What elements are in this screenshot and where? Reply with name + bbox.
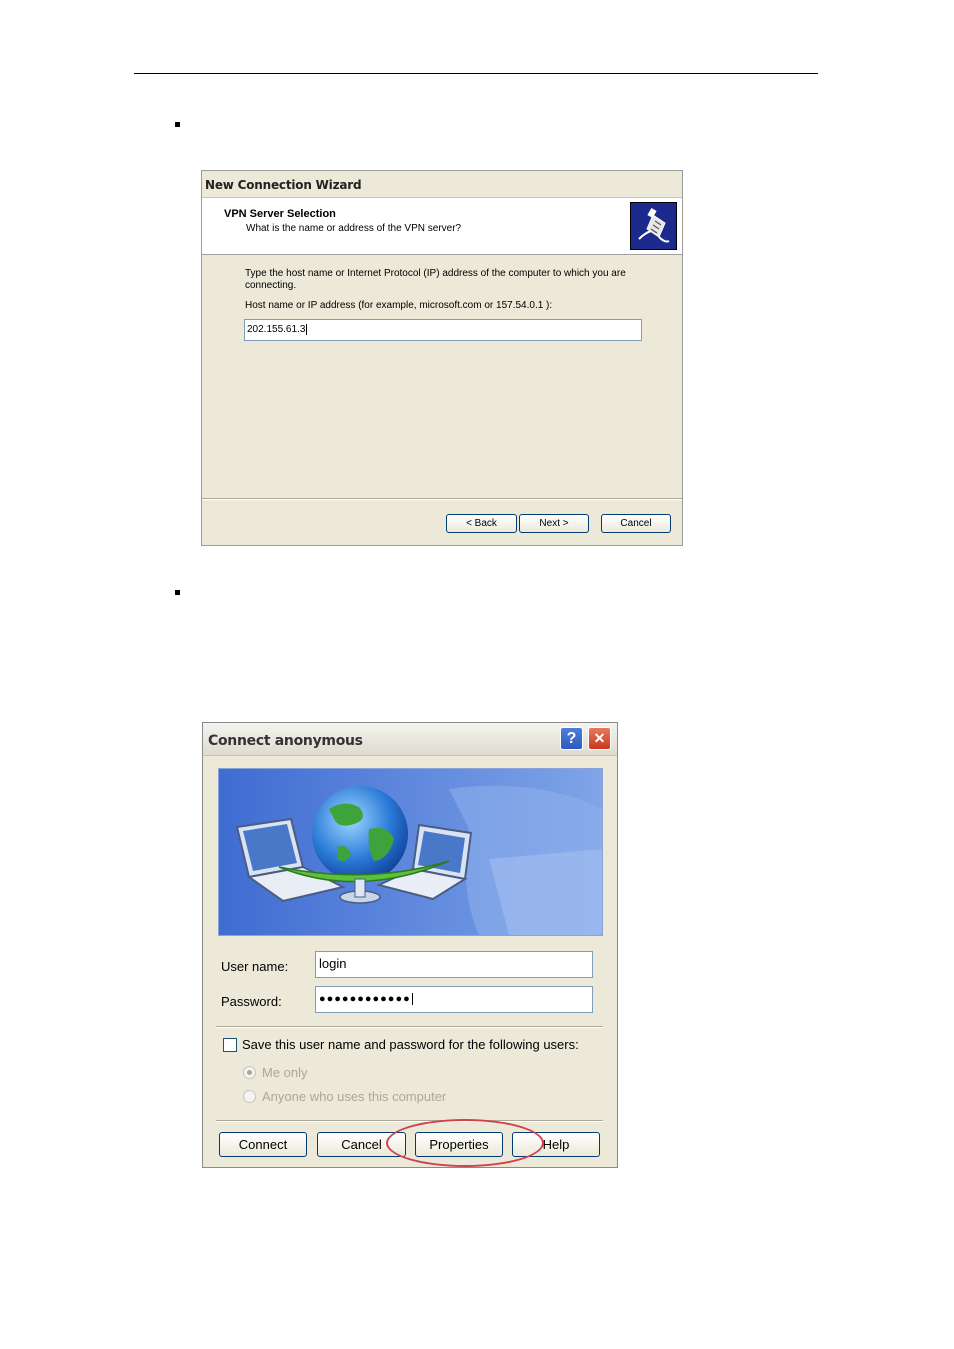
anyone-radio[interactable] bbox=[243, 1090, 256, 1103]
wizard-title: New Connection Wizard bbox=[205, 178, 362, 192]
connect-anonymous-dialog: Connect anonymous ? ✕ User name: login P… bbox=[202, 722, 618, 1168]
wizard-title-bar: New Connection Wizard bbox=[202, 171, 682, 198]
wizard-footer-divider bbox=[202, 498, 682, 500]
dialog-title: Connect anonymous bbox=[208, 733, 363, 749]
connect-button[interactable]: Connect bbox=[219, 1132, 307, 1157]
host-address-value: 202.155.61.3 bbox=[247, 324, 306, 335]
save-credentials-checkbox[interactable] bbox=[223, 1038, 237, 1052]
close-icon[interactable]: ✕ bbox=[588, 727, 611, 750]
anyone-label: Anyone who uses this computer bbox=[262, 1089, 447, 1104]
dialog-divider-bottom bbox=[216, 1120, 603, 1122]
me-only-radio[interactable] bbox=[243, 1066, 256, 1079]
network-globe-laptops-icon bbox=[218, 768, 603, 936]
wizard-header: VPN Server Selection What is the name or… bbox=[202, 198, 682, 255]
wizard-header-subtitle: What is the name or address of the VPN s… bbox=[246, 223, 462, 234]
me-only-label: Me only bbox=[262, 1065, 308, 1080]
new-connection-wizard-window: New Connection Wizard VPN Server Selecti… bbox=[201, 170, 683, 546]
save-credentials-label: Save this user name and password for the… bbox=[242, 1037, 579, 1052]
user-name-label: User name: bbox=[221, 959, 289, 974]
back-button[interactable]: < Back bbox=[446, 514, 517, 533]
host-address-input[interactable]: 202.155.61.3 bbox=[244, 319, 642, 341]
properties-highlight-circle bbox=[386, 1119, 544, 1167]
next-button[interactable]: Next > bbox=[519, 514, 589, 533]
user-name-input[interactable]: login bbox=[315, 951, 593, 978]
page-header-rule bbox=[134, 73, 818, 74]
dialog-divider-top bbox=[216, 1026, 603, 1028]
host-field-label: Host name or IP address (for example, mi… bbox=[245, 300, 553, 311]
cancel-button[interactable]: Cancel bbox=[601, 514, 671, 533]
wizard-header-title: VPN Server Selection bbox=[224, 208, 336, 220]
bullet-2 bbox=[175, 590, 180, 595]
user-name-value: login bbox=[319, 956, 347, 971]
password-input[interactable]: ●●●●●●●●●●●● bbox=[315, 986, 593, 1013]
password-value: ●●●●●●●●●●●● bbox=[319, 993, 411, 1005]
wizard-instructions: Type the host name or Internet Protocol … bbox=[245, 268, 626, 291]
password-label: Password: bbox=[221, 994, 282, 1009]
bullet-1 bbox=[175, 122, 180, 127]
dialog-title-bar: Connect anonymous ? ✕ bbox=[203, 723, 617, 756]
help-icon[interactable]: ? bbox=[560, 727, 583, 750]
vpn-connector-icon bbox=[630, 202, 677, 250]
